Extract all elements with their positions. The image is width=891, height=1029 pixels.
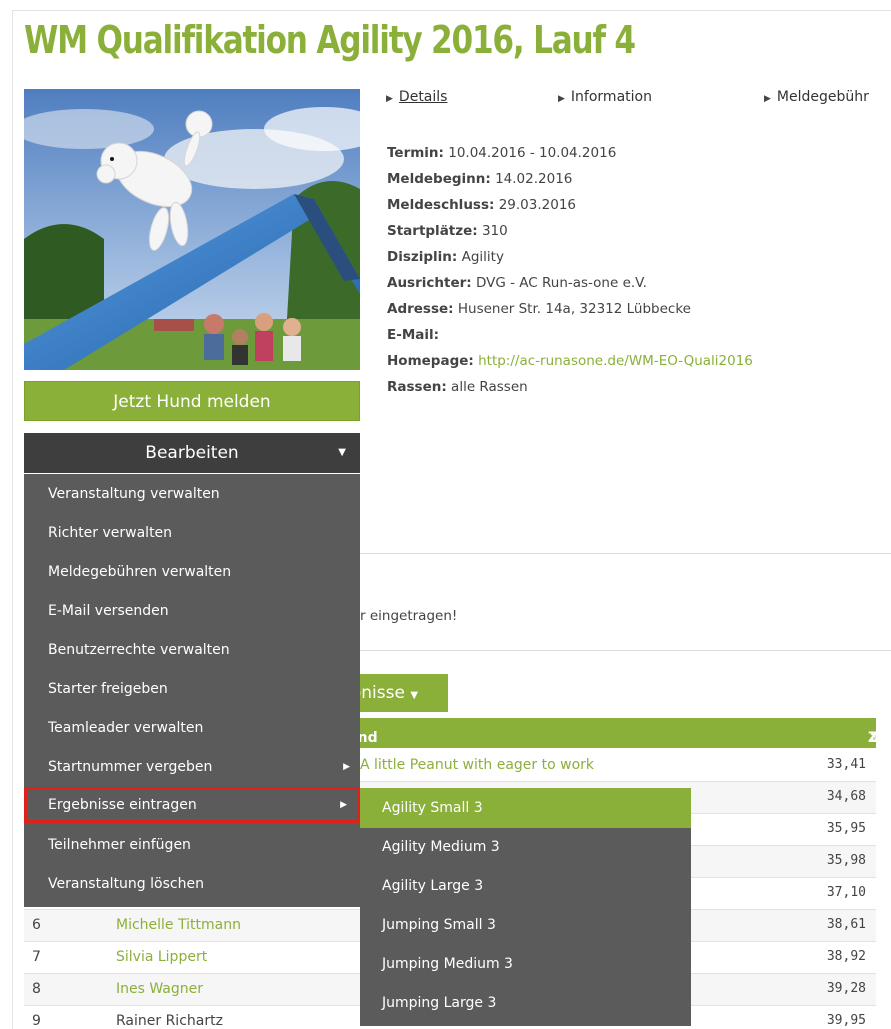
event-details: Termin: 10.04.2016 - 10.04.2016 Meldebeg…	[387, 140, 753, 400]
event-photo	[24, 89, 360, 370]
edit-dropdown-menu: Veranstaltung verwalten Richter verwalte…	[24, 474, 360, 907]
tab-arrow-icon: ▶	[764, 94, 771, 104]
menu-item-richter-verwalten[interactable]: Richter verwalten	[24, 515, 360, 551]
submenu-item-agility-large-3[interactable]: Agility Large 3	[360, 866, 691, 906]
divider	[360, 650, 891, 651]
menu-item-benutzerrechte-verwalten[interactable]: Benutzerrechte verwalten	[24, 632, 360, 668]
submenu-item-agility-small-3[interactable]: Agility Small 3	[360, 788, 691, 828]
caret-right-icon: ▶	[340, 800, 347, 810]
time-cell: 35,95	[826, 821, 866, 836]
caret-down-icon: ▼	[338, 447, 346, 458]
menu-item-email-versenden[interactable]: E-Mail versenden	[24, 593, 360, 629]
tab-arrow-icon: ▶	[558, 94, 565, 104]
detail-startplaetze: Startplätze: 310	[387, 223, 508, 239]
tab-arrow-icon: ▶	[386, 94, 393, 104]
menu-item-label: Ergebnisse eintragen	[48, 797, 197, 813]
menu-item-veranstaltung-loeschen[interactable]: Veranstaltung löschen	[24, 866, 360, 902]
menu-item-meldegebuehren-verwalten[interactable]: Meldegebühren verwalten	[24, 554, 360, 590]
detail-tabs: ▶ Details ▶ Information ▶ Meldegebühr	[386, 89, 886, 111]
edit-dropdown-button[interactable]: Bearbeiten ▼	[24, 433, 360, 473]
menu-item-ergebnisse-eintragen[interactable]: Ergebnisse eintragen ▶	[24, 787, 360, 823]
tab-meldegebuehr[interactable]: ▶ Meldegebühr	[764, 89, 869, 105]
edit-button-label: Bearbeiten	[145, 443, 239, 463]
submenu-item-agility-medium-3[interactable]: Agility Medium 3	[360, 827, 691, 867]
submenu-item-jumping-large-3[interactable]: Jumping Large 3	[360, 983, 691, 1023]
poodle-agility-image	[24, 89, 360, 370]
handler-link[interactable]: Michelle Tittmann	[116, 917, 241, 933]
caret-down-icon: ▼	[410, 690, 419, 701]
menu-item-teilnehmer-einfuegen[interactable]: Teilnehmer einfügen	[24, 827, 360, 863]
detail-meldebeginn: Meldebeginn: 14.02.2016	[387, 171, 573, 187]
time-cell: 38,92	[826, 949, 866, 964]
menu-item-veranstaltung-verwalten[interactable]: Veranstaltung verwalten	[24, 476, 360, 512]
detail-termin: Termin: 10.04.2016 - 10.04.2016	[387, 145, 617, 161]
tab-meldegebuehr-label: Meldegebühr	[776, 89, 869, 105]
handler-name: Rainer Richartz	[116, 1013, 223, 1029]
results-submenu: Agility Small 3 Agility Medium 3 Agility…	[360, 788, 691, 1026]
menu-item-startnummer-vergeben[interactable]: Startnummer vergeben ▶	[24, 749, 360, 785]
detail-ausrichter: Ausrichter: DVG - AC Run-as-one e.V.	[387, 275, 647, 291]
handler-link[interactable]: Silvia Lippert	[116, 949, 207, 965]
detail-meldeschluss: Meldeschluss: 29.03.2016	[387, 197, 576, 213]
tab-information[interactable]: ▶ Information	[558, 89, 652, 105]
register-dog-button[interactable]: Jetzt Hund melden	[24, 381, 360, 421]
menu-item-label: Startnummer vergeben	[48, 759, 213, 775]
time-cell: 35,98	[826, 853, 866, 868]
time-cell: 39,28	[826, 981, 866, 996]
tab-details[interactable]: ▶ Details	[386, 89, 447, 105]
menu-item-teamleader-verwalten[interactable]: Teamleader verwalten	[24, 710, 360, 746]
detail-disziplin: Disziplin: Agility	[387, 249, 504, 265]
page-title: WM Qualifikation Agility 2016, Lauf 4	[24, 18, 636, 62]
homepage-link[interactable]: http://ac-runasone.de/WM-EO-Quali2016	[478, 353, 753, 369]
menu-item-starter-freigeben[interactable]: Starter freigeben	[24, 671, 360, 707]
submenu-item-jumping-small-3[interactable]: Jumping Small 3	[360, 905, 691, 945]
tab-details-label: Details	[398, 89, 448, 105]
tab-information-label: Information	[570, 89, 652, 105]
caret-right-icon: ▶	[343, 762, 350, 772]
detail-homepage: Homepage: http://ac-runasone.de/WM-EO-Qu…	[387, 353, 753, 369]
detail-adresse: Adresse: Husener Str. 14a, 32312 Lübbeck…	[387, 301, 691, 317]
time-cell: 33,41	[826, 757, 866, 772]
handler-link[interactable]: Ines Wagner	[116, 981, 203, 997]
time-cell: 38,61	[826, 917, 866, 932]
time-cell: 34,68	[826, 789, 866, 804]
time-cell: 39,95	[826, 1013, 866, 1028]
zeit-header-label: Zeit	[868, 730, 891, 746]
detail-rassen: Rassen: alle Rassen	[387, 379, 528, 395]
submenu-item-jumping-medium-3[interactable]: Jumping Medium 3	[360, 944, 691, 984]
time-cell: 37,10	[826, 885, 866, 900]
notice-text: r eingetragen!	[360, 608, 458, 624]
dog-link[interactable]: A little Peanut with eager to work	[360, 757, 594, 773]
divider	[360, 553, 891, 554]
detail-email: E-Mail:	[387, 327, 440, 343]
